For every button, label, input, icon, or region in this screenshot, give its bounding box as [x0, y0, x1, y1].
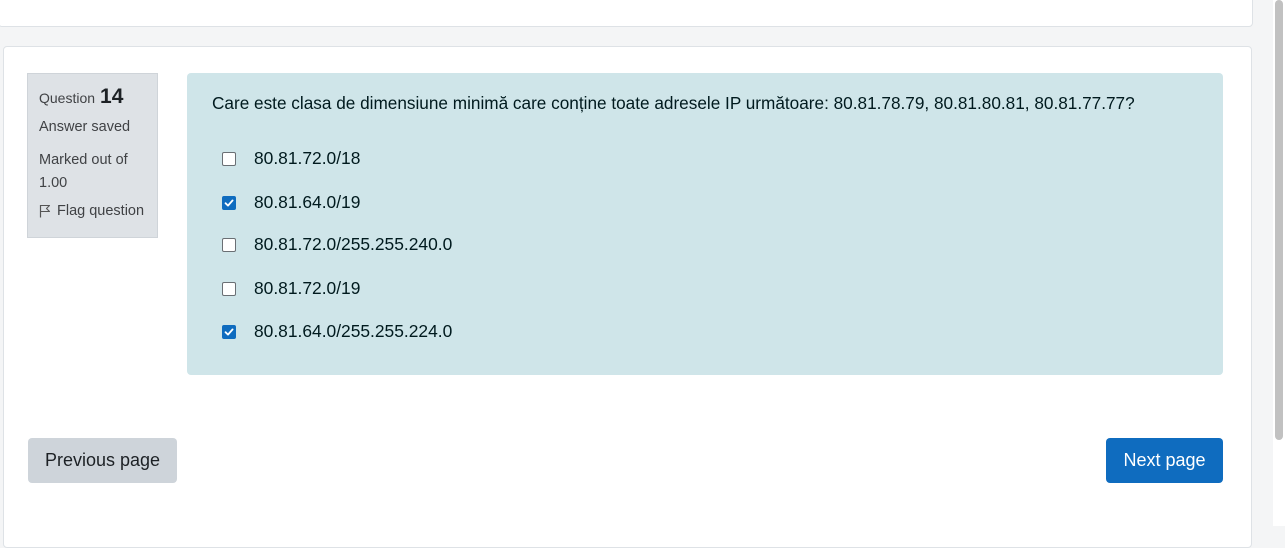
- answer-checkbox[interactable]: [222, 195, 236, 210]
- answer-option[interactable]: 80.81.72.0/255.255.240.0: [222, 234, 452, 255]
- answer-label: 80.81.72.0/255.255.240.0: [254, 234, 453, 254]
- question-text: Care este clasa de dimensiune minimă car…: [212, 93, 1135, 113]
- answer-option[interactable]: 80.81.64.0/255.255.224.0: [222, 321, 452, 342]
- question-info-panel: Question 14 Answer saved Marked out of 1…: [27, 73, 158, 238]
- answer-option[interactable]: 80.81.72.0/19: [222, 278, 360, 299]
- question-state: Answer saved: [39, 119, 131, 135]
- answer-checkbox[interactable]: [222, 324, 236, 339]
- answer-checkbox[interactable]: [222, 237, 236, 252]
- next-page-button[interactable]: Next page: [1106, 438, 1223, 483]
- question-number-line: Question 14: [39, 85, 146, 109]
- checkmark-icon: [224, 328, 234, 335]
- answer-label: 80.81.64.0/255.255.224.0: [254, 321, 453, 341]
- previous-question-card: [0, 0, 1253, 27]
- question-grade: Marked out of 1.00: [39, 152, 128, 191]
- question-content: Care este clasa de dimensiune minimă car…: [187, 73, 1223, 375]
- checkmark-icon: [224, 199, 234, 206]
- flag-icon: [39, 204, 51, 218]
- question-label: Question: [39, 90, 96, 106]
- previous-page-button[interactable]: Previous page: [28, 438, 177, 483]
- question-number: 14: [100, 85, 124, 108]
- page-scrollbar[interactable]: [1273, 0, 1285, 526]
- answer-checkbox[interactable]: [222, 151, 236, 166]
- answer-checkbox[interactable]: [222, 281, 236, 296]
- answer-option[interactable]: 80.81.72.0/18: [222, 148, 360, 169]
- flag-question-label: Flag question: [57, 203, 145, 219]
- flag-question-link[interactable]: Flag question: [39, 203, 146, 219]
- answer-label: 80.81.72.0/18: [254, 148, 361, 168]
- answer-option[interactable]: 80.81.64.0/19: [222, 192, 360, 213]
- scrollbar-thumb[interactable]: [1275, 0, 1283, 440]
- answer-label: 80.81.72.0/19: [254, 278, 361, 298]
- answer-label: 80.81.64.0/19: [254, 192, 361, 212]
